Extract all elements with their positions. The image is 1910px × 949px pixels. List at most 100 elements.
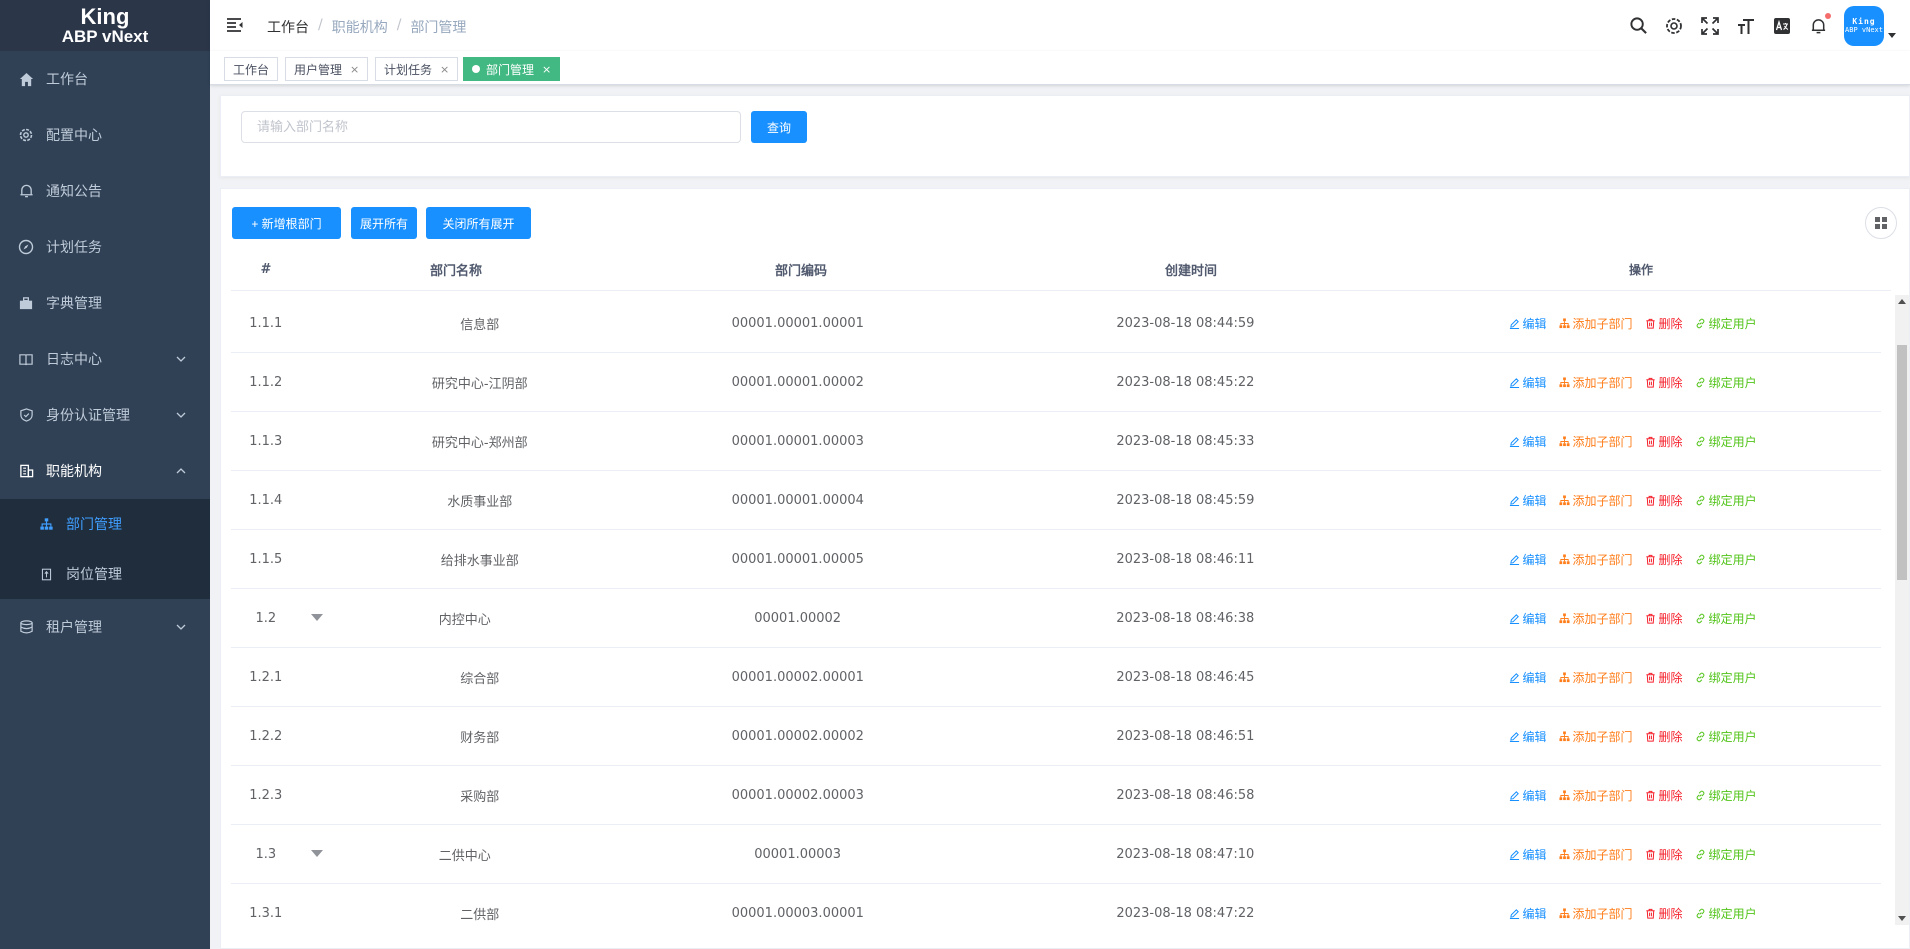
scroll-down-icon[interactable] [1898, 916, 1906, 921]
sidebar-item-dictionary[interactable]: 字典管理 [0, 275, 210, 331]
add-child-department-button[interactable]: 添加子部门 [1558, 492, 1633, 509]
bind-user-button[interactable]: 绑定用户 [1695, 669, 1757, 686]
gear-icon [18, 127, 34, 143]
notification-bell-icon[interactable] [1808, 12, 1831, 36]
add-child-department-button[interactable]: 添加子部门 [1558, 433, 1633, 450]
cell-created-time: 2023-08-18 08:46:58 [1116, 787, 1255, 803]
link-icon [1696, 495, 1705, 505]
header-index: # [260, 262, 272, 277]
edit-button[interactable]: 编辑 [1509, 610, 1547, 627]
tag-user-management[interactable]: 用户管理 × [285, 57, 369, 81]
add-child-department-button[interactable]: 添加子部门 [1558, 846, 1633, 863]
department-name-input[interactable] [241, 111, 741, 143]
delete-button[interactable]: 删除 [1645, 669, 1683, 686]
tag-departments[interactable]: 部门管理 × [463, 57, 561, 81]
sidebar-item-config[interactable]: 配置中心 [0, 107, 210, 163]
sidebar-item-tenants[interactable]: 租户管理 [0, 599, 210, 655]
header-operations: 操作 [1628, 263, 1653, 277]
add-child-department-button[interactable]: 添加子部门 [1558, 905, 1633, 922]
app-logo[interactable]: King ABP vNext [0, 0, 210, 51]
edit-button[interactable]: 编辑 [1509, 728, 1547, 745]
sidebar-item-dashboard[interactable]: 工作台 [0, 51, 210, 107]
fullscreen-icon[interactable] [1700, 16, 1720, 36]
add-root-department-button[interactable]: + 新增根部门 [232, 207, 341, 239]
add-child-department-button[interactable]: 添加子部门 [1558, 669, 1633, 686]
expand-all-button[interactable]: 展开所有 [351, 207, 417, 239]
column-settings-button[interactable] [1865, 207, 1897, 239]
notification-badge [1825, 12, 1831, 19]
bind-user-button[interactable]: 绑定用户 [1695, 551, 1757, 568]
bind-user-button[interactable]: 绑定用户 [1695, 728, 1757, 745]
edit-button[interactable]: 编辑 [1509, 669, 1547, 686]
cell-dept-name: 综合部 [460, 671, 500, 687]
edit-button[interactable]: 编辑 [1509, 492, 1547, 509]
delete-button[interactable]: 删除 [1645, 846, 1683, 863]
caret-down-icon[interactable] [1888, 31, 1896, 39]
bind-user-button[interactable]: 绑定用户 [1695, 846, 1757, 863]
scroll-up-icon[interactable] [1898, 299, 1906, 304]
delete-button[interactable]: 删除 [1645, 551, 1683, 568]
edit-button[interactable]: 编辑 [1509, 315, 1547, 332]
add-child-label: 添加子部门 [1572, 906, 1633, 921]
edit-button[interactable]: 编辑 [1509, 905, 1547, 922]
delete-label: 删除 [1658, 847, 1683, 862]
bind-user-button[interactable]: 绑定用户 [1695, 315, 1757, 332]
edit-button[interactable]: 编辑 [1509, 846, 1547, 863]
bind-user-label: 绑定用户 [1708, 847, 1757, 862]
add-child-department-button[interactable]: 添加子部门 [1558, 787, 1633, 804]
bind-user-button[interactable]: 绑定用户 [1695, 492, 1757, 509]
delete-button[interactable]: 删除 [1645, 728, 1683, 745]
bind-user-button[interactable]: 绑定用户 [1695, 433, 1757, 450]
table-row: 1.2.2 财务部 00001.00002.00002 2023-08-18 08:4… [231, 707, 1881, 766]
add-child-department-button[interactable]: 添加子部门 [1558, 374, 1633, 391]
table-row: 1.1.1 信息部 00001.00001.00001 2023-08-18 08:4… [231, 294, 1881, 353]
cell-dept-code: 00001.00003.00001 [731, 905, 864, 921]
collapse-all-button[interactable]: 关闭所有展开 [426, 207, 531, 239]
scrollbar-thumb[interactable] [1897, 345, 1907, 580]
delete-button[interactable]: 删除 [1645, 492, 1683, 509]
query-button[interactable]: 查询 [751, 111, 807, 143]
edit-label: 编辑 [1522, 493, 1547, 508]
delete-button[interactable]: 删除 [1645, 787, 1683, 804]
font-size-icon[interactable] [1736, 16, 1756, 36]
delete-button[interactable]: 删除 [1645, 315, 1683, 332]
sidebar-item-departments[interactable]: 部门管理 [0, 499, 210, 549]
close-icon[interactable]: × [542, 63, 551, 76]
delete-button[interactable]: 删除 [1645, 374, 1683, 391]
settings-icon[interactable] [1664, 16, 1684, 36]
language-icon[interactable] [1772, 16, 1792, 36]
edit-button[interactable]: 编辑 [1509, 787, 1547, 804]
cell-created-time: 2023-08-18 08:46:11 [1116, 551, 1255, 567]
delete-button[interactable]: 删除 [1645, 610, 1683, 627]
edit-button[interactable]: 编辑 [1509, 433, 1547, 450]
breadcrumb-dashboard[interactable]: 工作台 [267, 17, 309, 37]
close-icon[interactable]: × [350, 63, 359, 76]
sidebar-item-organization[interactable]: 职能机构 [0, 443, 210, 499]
add-child-department-button[interactable]: 添加子部门 [1558, 728, 1633, 745]
edit-button[interactable]: 编辑 [1509, 551, 1547, 568]
bind-user-label: 绑定用户 [1708, 493, 1757, 508]
delete-button[interactable]: 删除 [1645, 433, 1683, 450]
user-avatar[interactable]: King ABP vNext [1844, 5, 1884, 46]
sidebar-item-scheduled-tasks[interactable]: 计划任务 [0, 219, 210, 275]
close-icon[interactable]: × [440, 63, 449, 76]
add-child-label: 添加子部门 [1572, 611, 1633, 626]
bind-user-button[interactable]: 绑定用户 [1695, 905, 1757, 922]
menu-fold-icon[interactable] [226, 16, 244, 34]
tag-scheduled-tasks[interactable]: 计划任务 × [375, 57, 459, 81]
sidebar-item-positions[interactable]: 岗位管理 [0, 549, 210, 599]
sidebar-item-logs[interactable]: 日志中心 [0, 331, 210, 387]
add-child-department-button[interactable]: 添加子部门 [1558, 551, 1633, 568]
delete-button[interactable]: 删除 [1645, 905, 1683, 922]
bind-user-button[interactable]: 绑定用户 [1695, 374, 1757, 391]
table-scrollbar[interactable] [1895, 295, 1909, 925]
add-child-department-button[interactable]: 添加子部门 [1558, 315, 1633, 332]
sidebar-item-notices[interactable]: 通知公告 [0, 163, 210, 219]
bind-user-button[interactable]: 绑定用户 [1695, 610, 1757, 627]
search-icon[interactable] [1628, 16, 1648, 36]
bind-user-button[interactable]: 绑定用户 [1695, 787, 1757, 804]
add-child-department-button[interactable]: 添加子部门 [1558, 610, 1633, 627]
sidebar-item-identity[interactable]: 身份认证管理 [0, 387, 210, 443]
edit-button[interactable]: 编辑 [1509, 374, 1547, 391]
tag-dashboard[interactable]: 工作台 [224, 57, 279, 81]
